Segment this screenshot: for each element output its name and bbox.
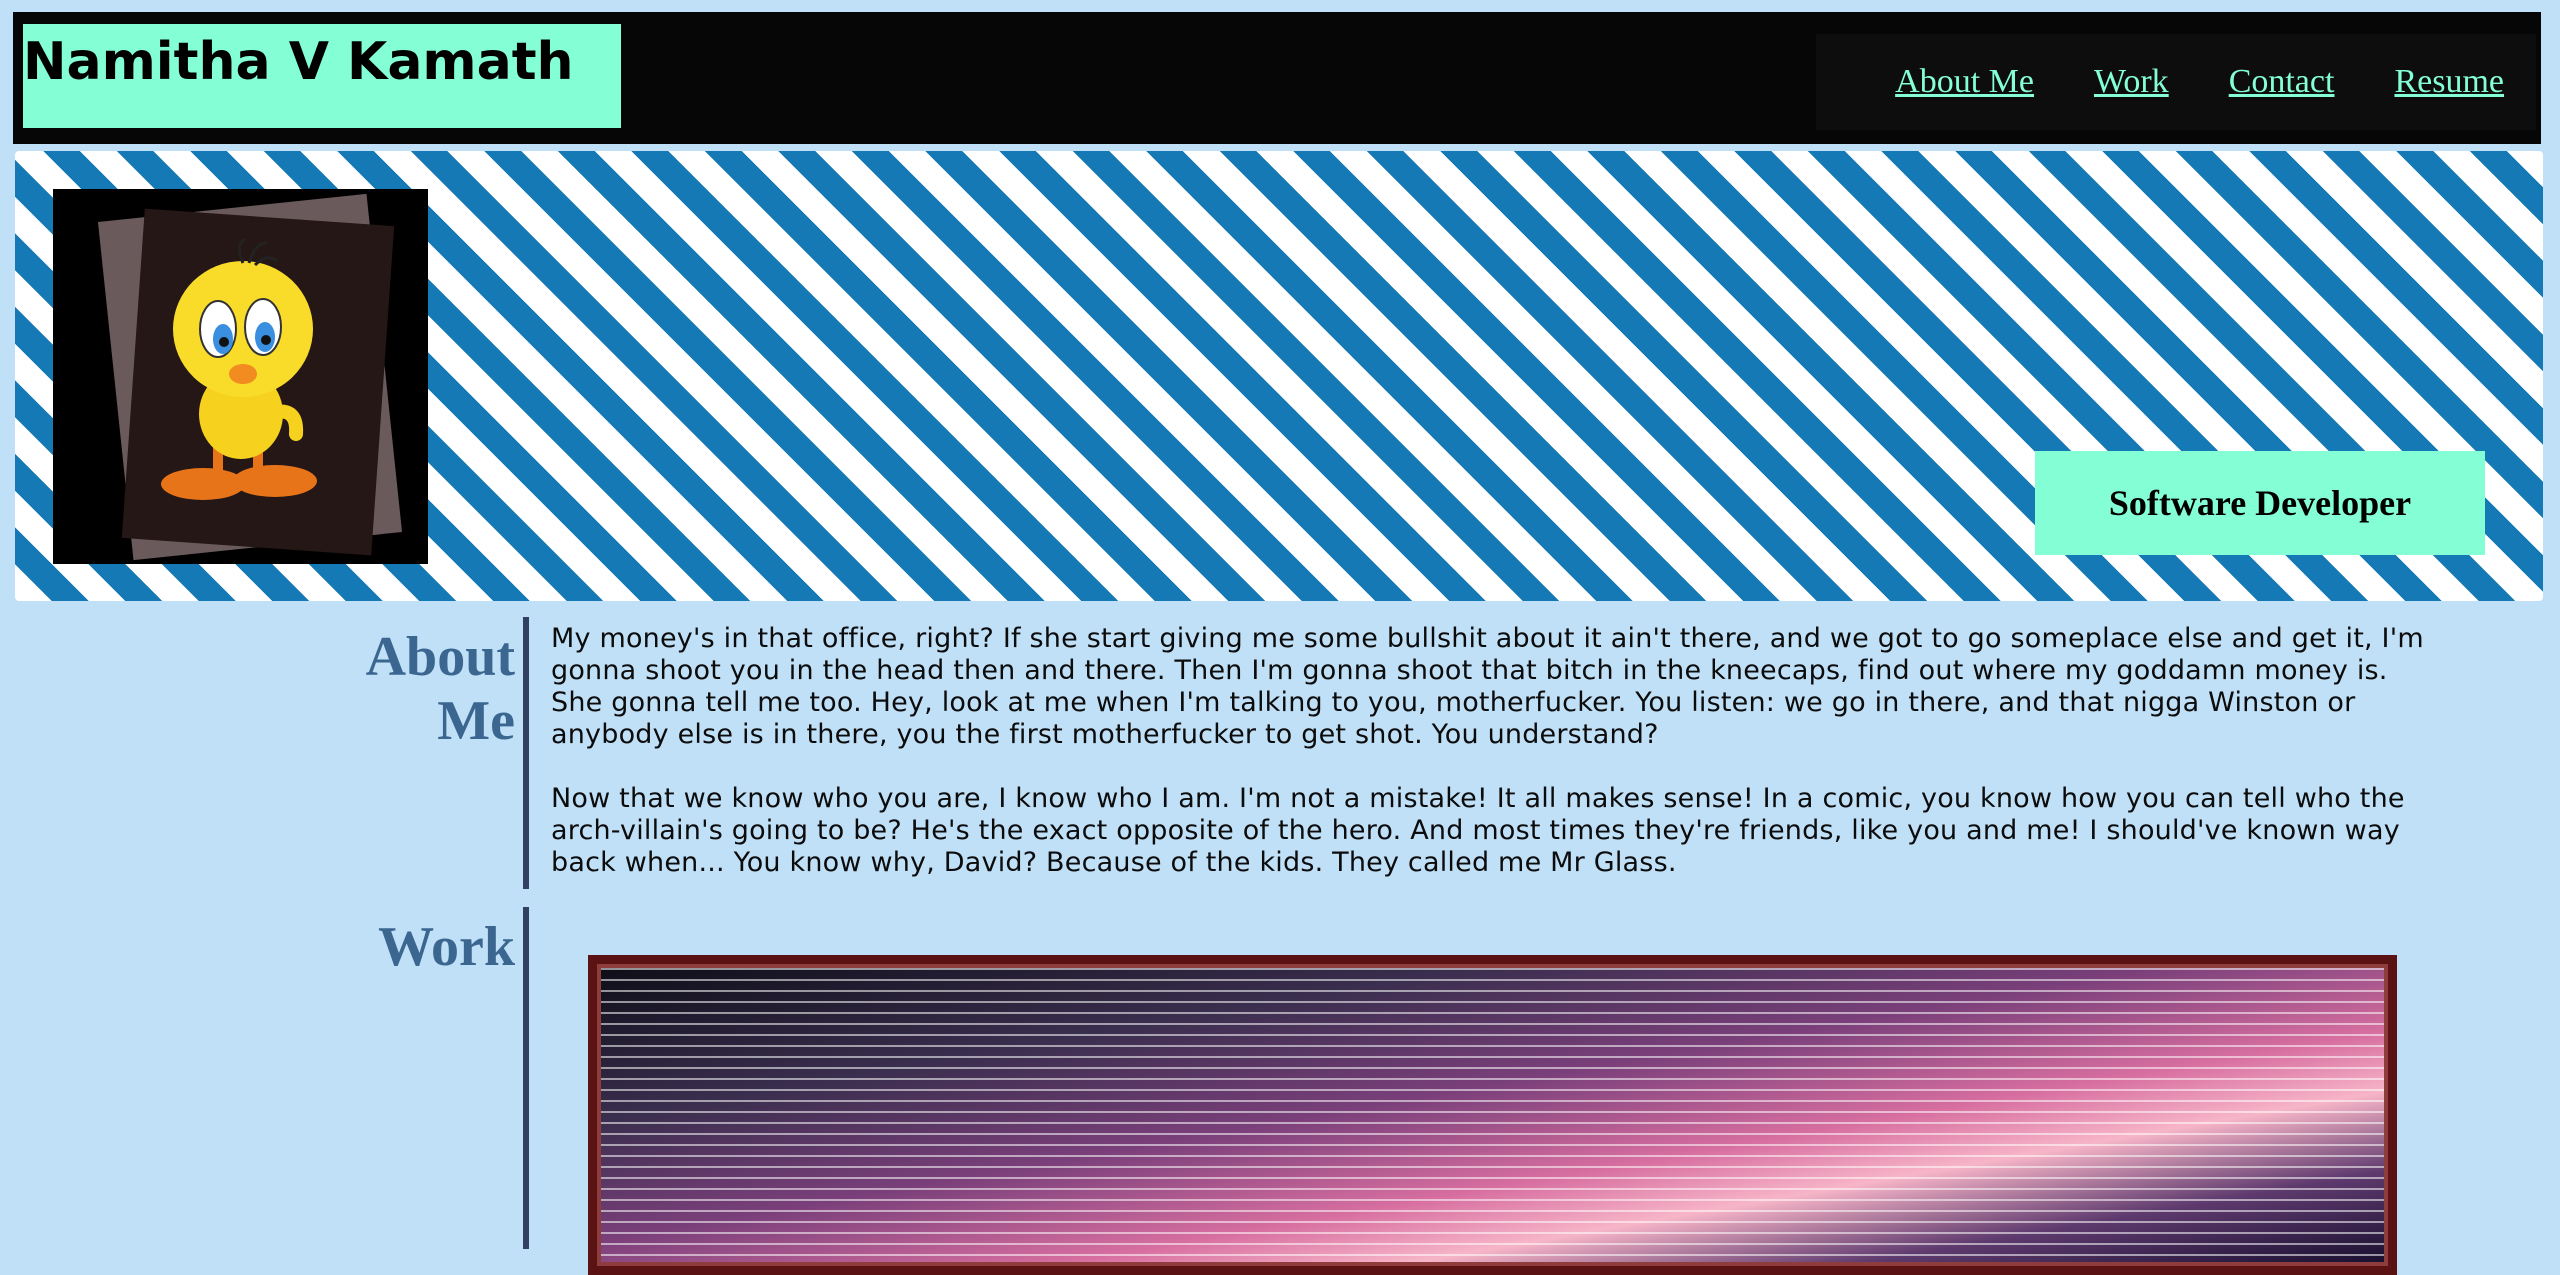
tweety-bird-icon bbox=[161, 237, 317, 500]
nav-link-contact[interactable]: Contact bbox=[2229, 63, 2335, 101]
role-label: Software Developer bbox=[2108, 483, 2412, 523]
work-divider bbox=[523, 907, 529, 1249]
about-paragraph: My money's in that office, right? If she… bbox=[551, 623, 2424, 750]
work-project-image bbox=[597, 964, 2388, 1266]
site-header: Namitha V Kamath About Me Work Contact R… bbox=[13, 12, 2541, 144]
about-heading: About Me bbox=[365, 626, 515, 752]
role-badge: Software Developer bbox=[2035, 451, 2485, 555]
about-paragraph: Now that we know who you are, I know who… bbox=[551, 783, 2405, 878]
avatar bbox=[53, 189, 428, 564]
nav-link-work[interactable]: Work bbox=[2094, 63, 2169, 101]
work-project-card[interactable] bbox=[588, 955, 2397, 1275]
main-nav: About Me Work Contact Resume bbox=[1816, 34, 2536, 130]
about-divider bbox=[523, 617, 529, 889]
work-heading: Work bbox=[378, 916, 515, 978]
brand-box: Namitha V Kamath bbox=[23, 24, 621, 128]
nav-link-about-me[interactable]: About Me bbox=[1895, 63, 2034, 101]
hero-banner: Software Developer bbox=[15, 151, 2543, 601]
nav-link-resume[interactable]: Resume bbox=[2394, 63, 2504, 101]
site-title: Namitha V Kamath bbox=[23, 32, 574, 92]
about-body: My money's in that office, right? If she… bbox=[551, 623, 2431, 911]
